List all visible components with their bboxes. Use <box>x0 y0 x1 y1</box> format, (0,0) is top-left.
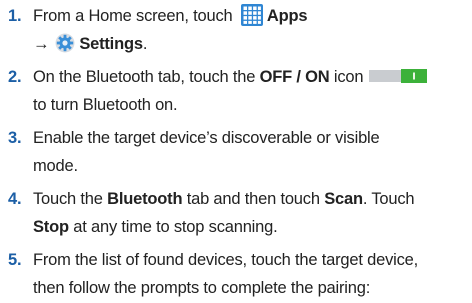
step-text-part: From a Home screen, touch <box>33 7 237 25</box>
step-text-part: then follow the prompts to complete the … <box>33 279 371 297</box>
step-text-part: icon <box>329 68 364 86</box>
step-text: On the Bluetooth tab, touch the OFF / ON… <box>33 63 465 119</box>
step-text: From a Home screen, touch Apps → Setting… <box>33 2 465 58</box>
stop-label: Stop <box>33 218 69 236</box>
step-text-part: . <box>142 35 148 53</box>
step-number: 5. <box>8 251 22 269</box>
step-text-part: Touch the <box>33 190 108 208</box>
arrow-icon: → <box>33 35 50 53</box>
step-text-part: tab and then touch <box>182 190 325 208</box>
step-text: Enable the target device’s discoverable … <box>33 124 465 180</box>
settings-gear-icon <box>55 33 75 53</box>
bluetooth-label: Bluetooth <box>107 190 183 208</box>
apps-icon <box>240 3 263 26</box>
apps-label: Apps <box>266 7 308 25</box>
step-number: 2. <box>8 68 22 86</box>
step-text-part: mode. <box>33 157 78 175</box>
step-text-part: On the Bluetooth tab, touch the <box>33 68 260 86</box>
step-number: 1. <box>8 7 22 25</box>
scan-label: Scan <box>324 190 363 208</box>
toggle-switch-icon <box>369 68 428 83</box>
step-text-part: Enable the target device’s discoverable … <box>33 129 380 147</box>
instruction-steps: 1. From a Home screen, touch Apps → Sett… <box>0 0 472 303</box>
step-text-part: . Touch <box>362 190 415 208</box>
step-number: 3. <box>8 129 22 147</box>
step-text: Touch the Bluetooth tab and then touch S… <box>33 185 465 241</box>
step-text: From the list of found devices, touch th… <box>33 246 465 302</box>
step-text-part: From the list of found devices, touch th… <box>33 251 419 269</box>
step-text-part: to turn Bluetooth on. <box>33 96 178 114</box>
step-number: 4. <box>8 190 22 208</box>
settings-label: Settings <box>79 35 143 53</box>
step-text-part: at any time to stop scanning. <box>68 218 278 236</box>
off-on-label: OFF / ON <box>259 68 330 86</box>
